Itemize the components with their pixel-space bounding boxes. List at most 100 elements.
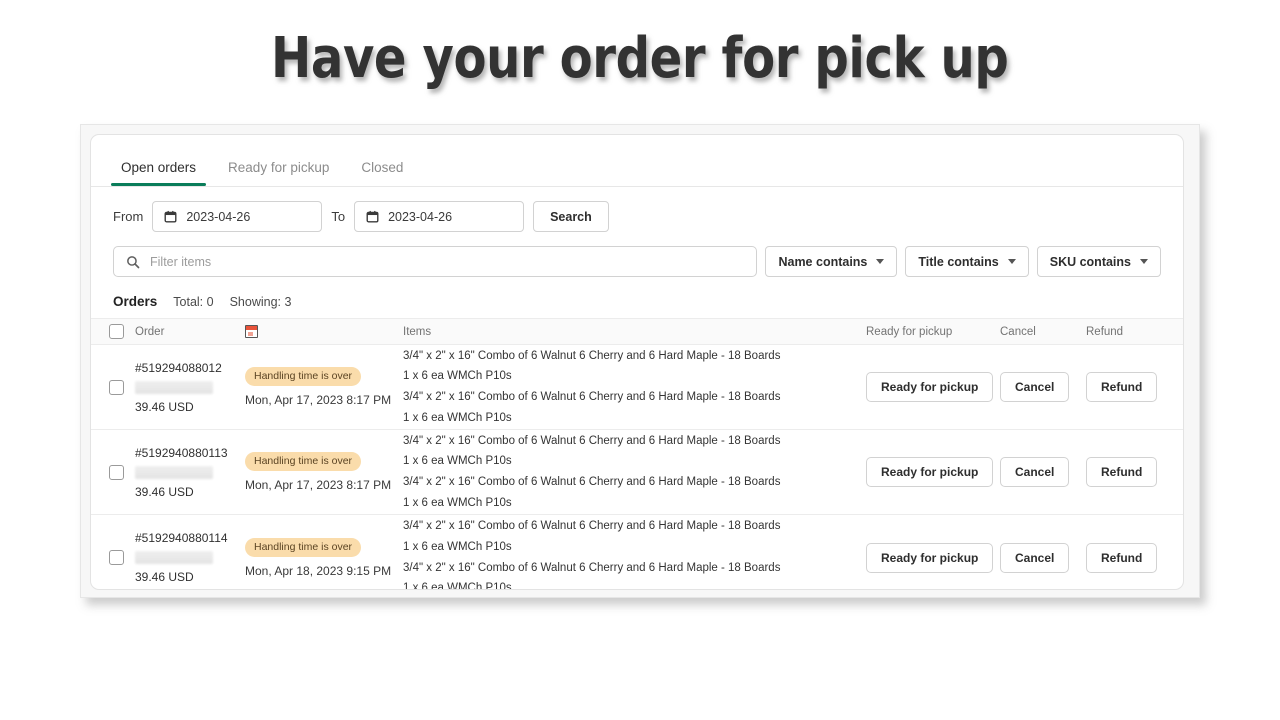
- filter-items-placeholder: Filter items: [150, 254, 212, 269]
- cancel-button[interactable]: Cancel: [1000, 372, 1070, 402]
- table-header-row: Order Items Ready for pickup Cancel Refu…: [91, 318, 1183, 345]
- sku-contains-label: SKU contains: [1049, 254, 1131, 269]
- to-label: To: [331, 209, 346, 224]
- ready-for-pickup-button[interactable]: Ready for pickup: [866, 372, 994, 402]
- search-button[interactable]: Search: [533, 201, 609, 232]
- header-order: Order: [135, 325, 165, 338]
- refund-cell: Refund: [1086, 542, 1183, 573]
- ready-cell: Ready for pickup: [866, 457, 1000, 487]
- orders-summary: Orders Total: 0 Showing: 3: [91, 277, 1183, 318]
- name-contains-dropdown[interactable]: Name contains: [765, 246, 898, 277]
- header-date: [245, 325, 400, 338]
- row-checkbox[interactable]: [109, 464, 124, 480]
- header-cancel: Cancel: [1000, 325, 1036, 338]
- chevron-down-icon: [876, 259, 885, 264]
- chevron-down-icon: [1140, 259, 1148, 264]
- from-label: From: [113, 209, 144, 224]
- ready-cell: Ready for pickup: [866, 372, 1000, 402]
- order-amount: 39.46 USD: [135, 399, 194, 414]
- item-line: 3/4" x 2" x 16" Combo of 6 Walnut 6 Cher…: [403, 391, 781, 403]
- customer-name-redacted: [135, 551, 213, 564]
- to-date-input[interactable]: 2023-04-26: [354, 201, 525, 232]
- order-cell: #5192940880114 39.46 USD: [135, 531, 245, 584]
- item-line: 1 x 6 ea WMCh P10s: [403, 540, 512, 553]
- order-date: Mon, Apr 17, 2023 8:17 PM: [245, 478, 392, 492]
- calendar-icon: [164, 210, 177, 223]
- cancel-cell: Cancel: [1000, 542, 1086, 573]
- row-checkbox[interactable]: [109, 550, 124, 565]
- calendar-icon: [366, 210, 379, 223]
- title-contains-label: Title contains: [918, 254, 999, 269]
- refund-cell: Refund: [1086, 372, 1183, 402]
- date-cell: Handling time is over Mon, Apr 17, 2023 …: [245, 452, 400, 492]
- filter-bar: Filter items Name contains Title contain…: [91, 242, 1183, 277]
- select-all-checkbox[interactable]: [109, 324, 124, 339]
- tab-closed[interactable]: Closed: [345, 160, 419, 186]
- order-number: #519294088012: [135, 360, 222, 375]
- customer-name-redacted: [135, 380, 213, 394]
- item-line: 1 x 6 ea WMCh P10s: [403, 496, 512, 509]
- sku-contains-dropdown[interactable]: SKU contains: [1036, 246, 1161, 277]
- header-ready-for-pickup: Ready for pickup: [866, 325, 953, 338]
- app-frame: Open orders Ready for pickup Closed From…: [80, 124, 1200, 598]
- row-checkbox[interactable]: [109, 379, 124, 395]
- row-select-cell: [91, 464, 135, 480]
- cancel-cell: Cancel: [1000, 457, 1086, 487]
- order-date: Mon, Apr 17, 2023 8:17 PM: [245, 393, 392, 407]
- refund-cell: Refund: [1086, 457, 1183, 487]
- header-refund: Refund: [1086, 325, 1124, 338]
- ready-for-pickup-button[interactable]: Ready for pickup: [866, 457, 994, 487]
- order-date: Mon, Apr 18, 2023 9:15 PM: [245, 563, 392, 578]
- tab-open-orders[interactable]: Open orders: [105, 160, 212, 186]
- table-row: #519294088012 39.46 USD Handling time is…: [91, 345, 1183, 430]
- header-items: Items: [403, 325, 432, 338]
- item-line: 1 x 6 ea WMCh P10s: [403, 455, 512, 468]
- headline-banner: Have your order for pick up: [0, 0, 1280, 118]
- order-number: #5192940880113: [135, 445, 228, 460]
- row-select-cell: [91, 379, 135, 395]
- status-badge: Handling time is over: [245, 537, 362, 557]
- orders-title: Orders: [113, 294, 158, 309]
- customer-name-redacted: [135, 465, 213, 479]
- date-cell: Handling time is over Mon, Apr 18, 2023 …: [245, 537, 400, 578]
- date-filter-row: From 2023-04-26 To 2023-04-26 Search: [91, 187, 1183, 242]
- refund-button[interactable]: Refund: [1086, 372, 1158, 402]
- cancel-cell: Cancel: [1000, 372, 1086, 402]
- item-line: 3/4" x 2" x 16" Combo of 6 Walnut 6 Cher…: [403, 476, 781, 488]
- order-cell: #519294088012 39.46 USD: [135, 361, 245, 414]
- refund-button[interactable]: Refund: [1086, 457, 1158, 487]
- from-date-input[interactable]: 2023-04-26: [152, 201, 323, 232]
- title-contains-dropdown[interactable]: Title contains: [905, 246, 1029, 277]
- cancel-button[interactable]: Cancel: [1000, 457, 1070, 487]
- order-amount: 39.46 USD: [135, 484, 194, 499]
- calendar-icon: [245, 325, 258, 338]
- order-cell: #5192940880113 39.46 USD: [135, 446, 245, 499]
- chevron-down-icon: [1007, 259, 1016, 264]
- item-line: 1 x 6 ea WMCh P10s: [403, 582, 512, 590]
- search-icon: [127, 255, 140, 268]
- tab-ready-for-pickup[interactable]: Ready for pickup: [212, 160, 345, 186]
- items-cell: 3/4" x 2" x 16" Combo of 6 Walnut 6 Cher…: [400, 518, 866, 590]
- order-number: #5192940880114: [135, 531, 228, 545]
- item-line: 3/4" x 2" x 16" Combo of 6 Walnut 6 Cher…: [403, 520, 781, 533]
- status-badge: Handling time is over: [245, 367, 362, 386]
- item-line: 3/4" x 2" x 16" Combo of 6 Walnut 6 Cher…: [403, 561, 781, 574]
- cancel-button[interactable]: Cancel: [1000, 542, 1070, 573]
- item-line: 1 x 6 ea WMCh P10s: [403, 370, 512, 383]
- orders-showing: Showing: 3: [229, 295, 292, 309]
- from-date-value: 2023-04-26: [186, 209, 251, 224]
- to-date-value: 2023-04-26: [388, 209, 453, 224]
- filter-items-input[interactable]: Filter items: [113, 246, 758, 277]
- item-line: 3/4" x 2" x 16" Combo of 6 Walnut 6 Cher…: [403, 349, 781, 362]
- row-select-cell: [91, 550, 135, 565]
- ready-for-pickup-button[interactable]: Ready for pickup: [866, 542, 994, 573]
- items-cell: 3/4" x 2" x 16" Combo of 6 Walnut 6 Cher…: [400, 348, 866, 427]
- page-title: Have your order for pick up: [271, 26, 1009, 91]
- name-contains-label: Name contains: [778, 254, 868, 269]
- refund-button[interactable]: Refund: [1086, 542, 1158, 573]
- items-cell: 3/4" x 2" x 16" Combo of 6 Walnut 6 Cher…: [400, 433, 866, 512]
- order-amount: 39.46 USD: [135, 570, 194, 584]
- status-badge: Handling time is over: [245, 452, 362, 471]
- table-row: #5192940880114 39.46 USD Handling time i…: [91, 515, 1183, 590]
- select-all-cell: [91, 324, 135, 339]
